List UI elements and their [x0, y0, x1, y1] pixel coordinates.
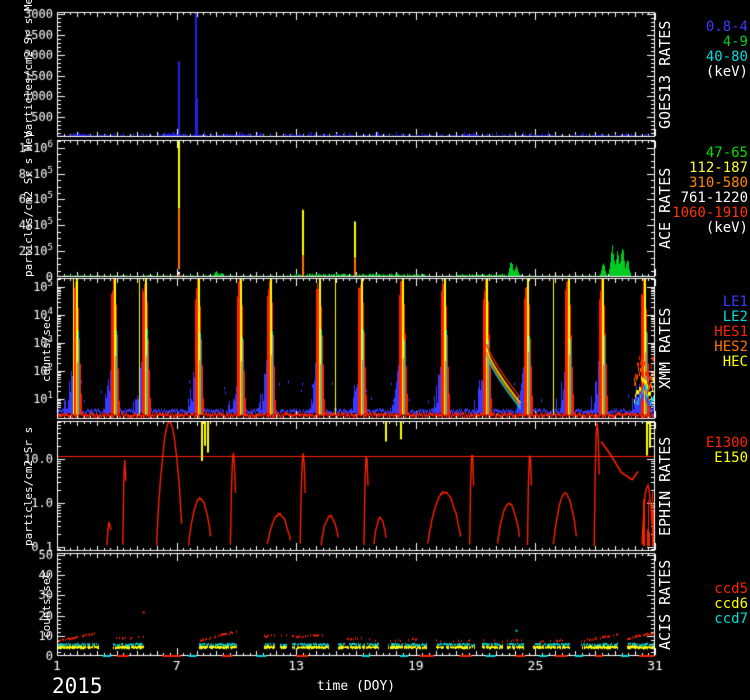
- goes13-legend: 0.8-44-940-80(keV): [706, 20, 748, 80]
- legend-item-1060-1910: 1060-1910: [672, 206, 748, 221]
- acis-legend: ccd5ccd6ccd7: [714, 582, 748, 627]
- legend-item-le1: LE1: [714, 295, 748, 310]
- legend-item-ccd6: ccd6: [714, 597, 748, 612]
- chart-canvas: [0, 0, 750, 700]
- legend-item-4-9: 4-9: [706, 35, 748, 50]
- panel-title-acis: ACIS RATES: [656, 553, 673, 656]
- panel-title-goes13: GOES13 RATES: [656, 12, 673, 137]
- x-axis-label: time (DOY): [57, 679, 655, 694]
- ace-y-axis-label: particles/cm2 Sr s MeV: [22, 140, 36, 277]
- legend-item--kev-: (keV): [706, 65, 748, 80]
- legend-item-hes2: HES2: [714, 340, 748, 355]
- ace-legend: 47-65112-187310-580761-12201060-1910(keV…: [672, 146, 748, 236]
- panel-title-ace: ACE RATES: [656, 140, 673, 277]
- radiation-environment-summary-plot: GOES13 RATES ACE RATES XMM RATES EPHIN R…: [0, 0, 750, 700]
- legend-item-0-8-4: 0.8-4: [706, 20, 748, 35]
- legend-item-e150: E150: [706, 451, 748, 466]
- ephin-y-axis-label: particles/cm2 Sr s: [22, 421, 36, 551]
- legend-item--kev-: (keV): [672, 221, 748, 236]
- legend-item-ccd7: ccd7: [714, 612, 748, 627]
- legend-item-hec: HEC: [714, 355, 748, 370]
- legend-item-112-187: 112-187: [672, 161, 748, 176]
- legend-item-e1300: E1300: [706, 436, 748, 451]
- xmm-legend: LE1LE2HES1HES2HEC: [714, 295, 748, 370]
- legend-item-hes1: HES1: [714, 325, 748, 340]
- legend-item-761-1220: 761-1220: [672, 191, 748, 206]
- legend-item-40-80: 40-80: [706, 50, 748, 65]
- year-label: 2015: [52, 674, 103, 698]
- panel-title-xmm: XMM RATES: [656, 278, 673, 419]
- legend-item-ccd5: ccd5: [714, 582, 748, 597]
- legend-item-le2: LE2: [714, 310, 748, 325]
- xmm-y-axis-label: counts/sec: [40, 278, 54, 419]
- acis-y-axis-label: counts/sec: [40, 553, 54, 656]
- ephin-legend: E1300E150: [706, 436, 748, 466]
- legend-item-47-65: 47-65: [672, 146, 748, 161]
- legend-item-310-580: 310-580: [672, 176, 748, 191]
- goes13-y-axis-label: particles/cm2 Sr s MeV: [22, 6, 36, 137]
- panel-title-ephin: EPHIN RATES: [656, 421, 673, 551]
